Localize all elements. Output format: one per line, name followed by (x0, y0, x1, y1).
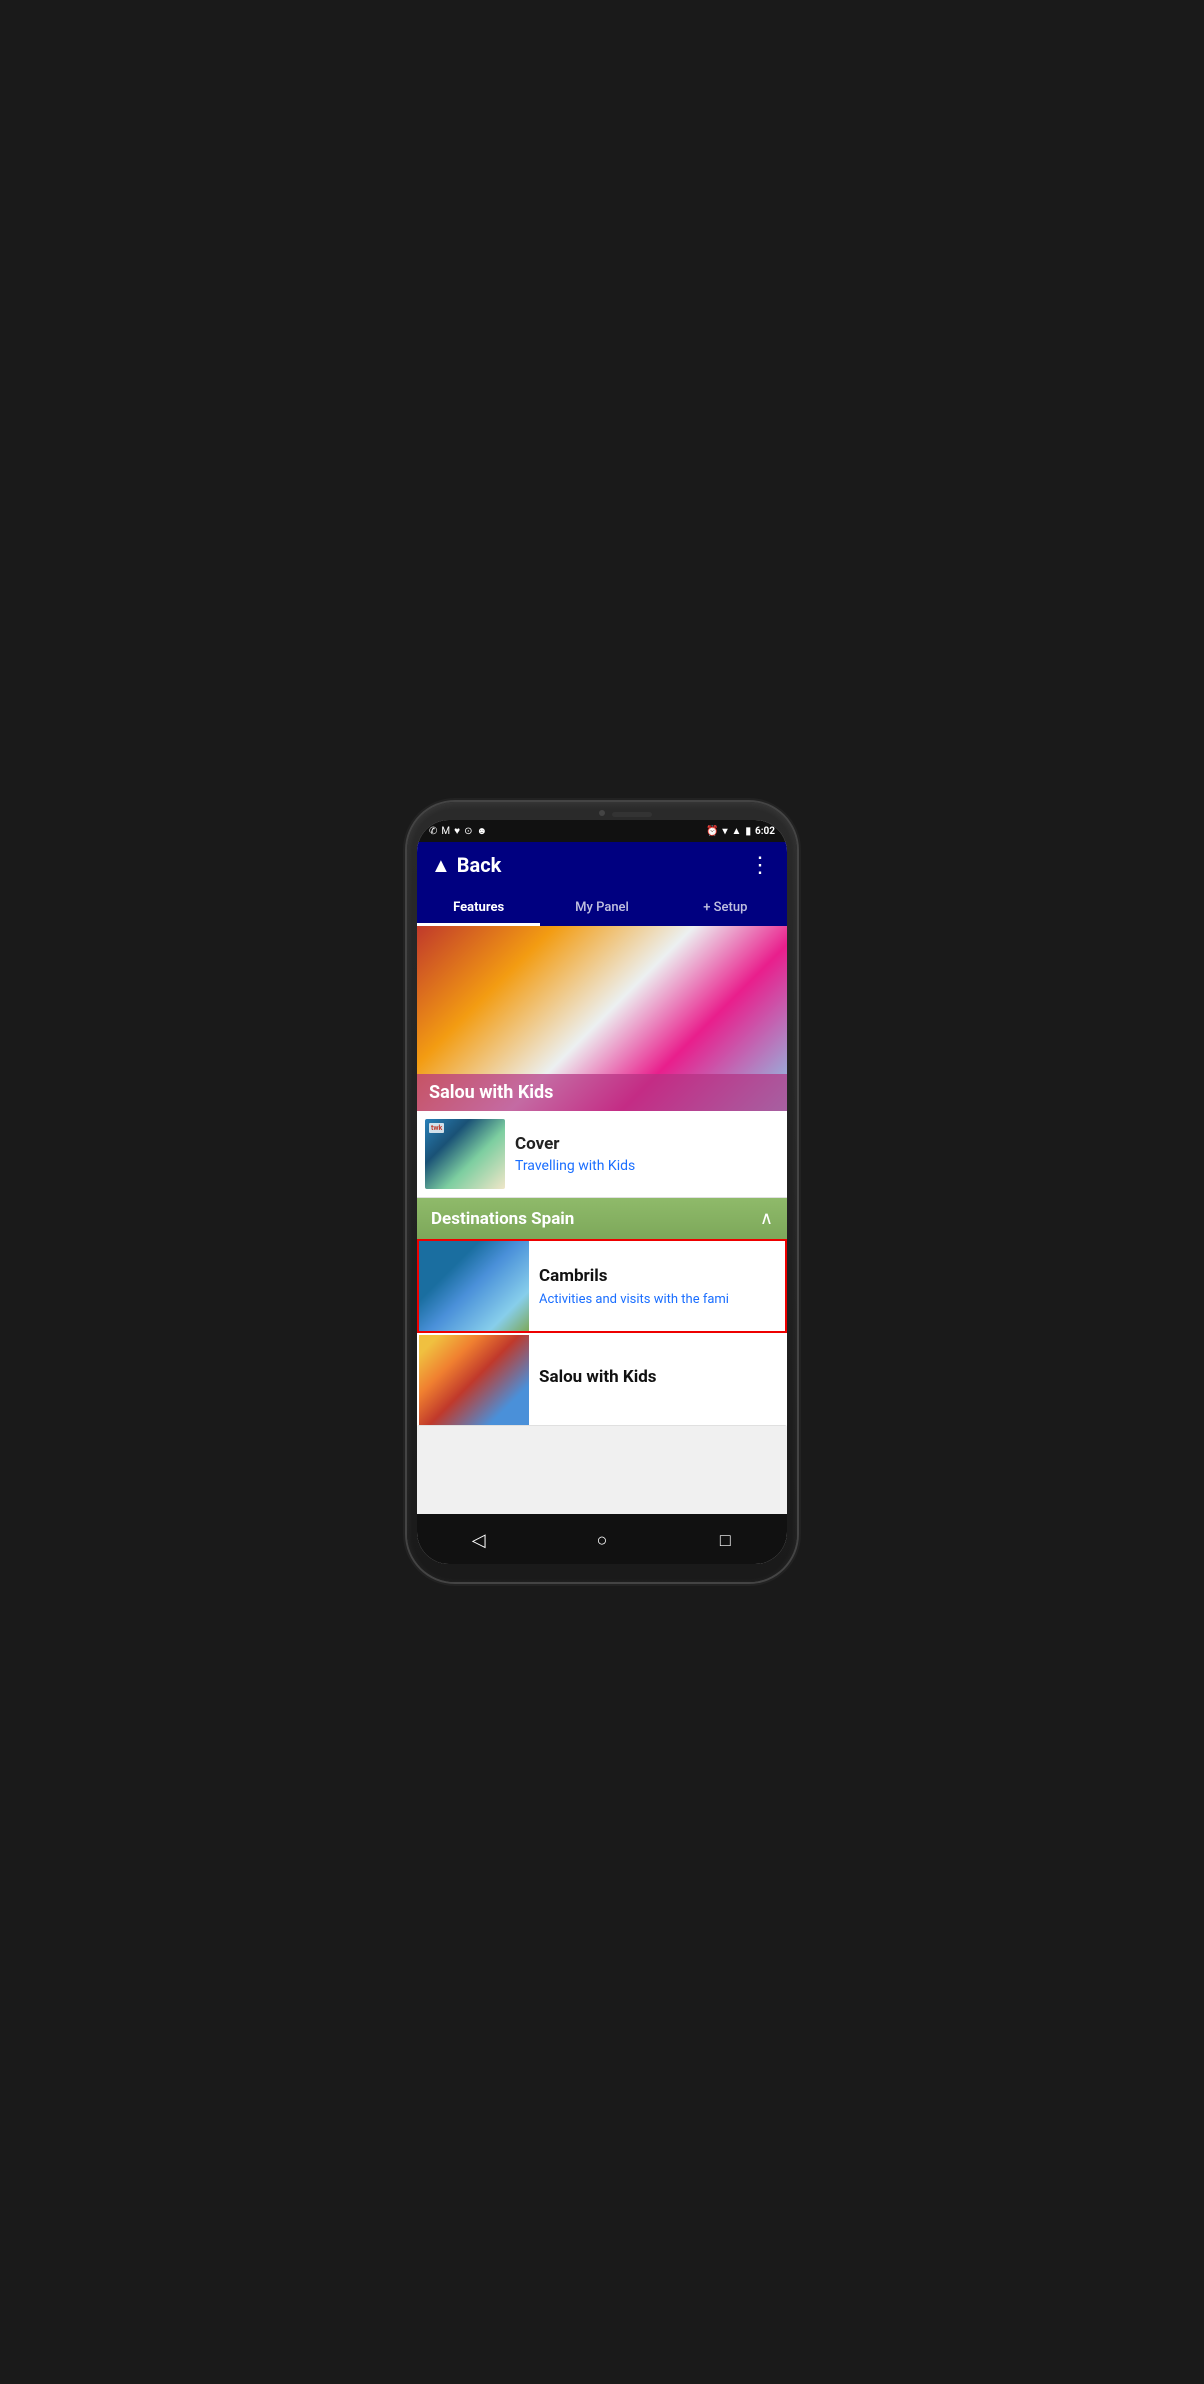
cambrils-subtitle: Activities and visits with the fami (539, 1292, 729, 1307)
cover-thumbnail: twk (425, 1119, 505, 1189)
content-area: Salou with Kids twk Cover Travelling wit… (417, 926, 787, 1514)
section-title: Destinations Spain (431, 1209, 574, 1229)
nav-home-icon: ○ (597, 1530, 608, 1551)
hero-title-bar: Salou with Kids (417, 1074, 787, 1111)
nav-back-button[interactable]: ◁ (461, 1522, 497, 1558)
nav-recent-icon: □ (720, 1530, 731, 1551)
tab-setup[interactable]: + Setup (664, 892, 787, 926)
chevron-up-icon: ∧ (760, 1208, 773, 1229)
status-right: ⏰ ▾ ▲ ▮ 6:02 (706, 826, 775, 837)
nav-back-icon: ◁ (472, 1530, 486, 1551)
status-bar: ✆ M ♥ ⊙ ☻ ⏰ ▾ ▲ ▮ 6:02 (417, 820, 787, 842)
cover-thumb-label: twk (429, 1123, 444, 1133)
bottom-nav: ◁ ○ □ (417, 1514, 787, 1564)
salou-title: Salou with Kids (539, 1367, 657, 1387)
cover-title: Cover (515, 1134, 635, 1154)
battery-icon: ▮ (745, 826, 751, 837)
list-item-cambrils[interactable]: Cambrils Activities and visits with the … (417, 1239, 787, 1333)
speaker (612, 812, 652, 817)
cover-text: Cover Travelling with Kids (515, 1134, 635, 1174)
cambrils-thumbnail (419, 1241, 529, 1331)
hero-banner[interactable]: Salou with Kids (417, 926, 787, 1111)
time-display: 6:02 (755, 826, 775, 837)
list-item-salou[interactable]: Salou with Kids (417, 1333, 787, 1426)
android-icon: ☻ (476, 826, 487, 837)
nav-home-button[interactable]: ○ (584, 1522, 620, 1558)
more-button[interactable]: ⋮ (749, 853, 773, 878)
hero-title: Salou with Kids (429, 1082, 553, 1103)
back-button[interactable]: ▲ Back (431, 853, 501, 878)
destinations-header[interactable]: Destinations Spain ∧ (417, 1198, 787, 1239)
cambrils-title: Cambrils (539, 1266, 729, 1286)
camera (599, 810, 605, 816)
alarm-icon: ⏰ (706, 826, 718, 837)
whatsapp-icon: ✆ (429, 826, 437, 837)
more-icon: ⋮ (749, 853, 773, 878)
back-label: Back (457, 853, 502, 877)
wifi-icon: ▾ (723, 826, 728, 837)
back-arrow-icon: ▲ (431, 853, 451, 878)
heart-icon: ♥ (454, 826, 460, 837)
status-icons: ✆ M ♥ ⊙ ☻ (429, 826, 487, 837)
signal-icon: ▲ (732, 826, 742, 837)
salou-thumbnail (419, 1335, 529, 1425)
phone-screen: ✆ M ♥ ⊙ ☻ ⏰ ▾ ▲ ▮ 6:02 ▲ Back ⋮ (417, 820, 787, 1564)
cover-row[interactable]: twk Cover Travelling with Kids (417, 1111, 787, 1198)
tab-bar: Features My Panel + Setup (417, 888, 787, 926)
tab-features[interactable]: Features (417, 892, 540, 926)
tab-mypanel[interactable]: My Panel (540, 892, 663, 926)
app-bar: ▲ Back ⋮ (417, 842, 787, 888)
cover-subtitle: Travelling with Kids (515, 1158, 635, 1174)
security-icon: ⊙ (464, 826, 472, 837)
nav-recent-button[interactable]: □ (707, 1522, 743, 1558)
salou-text: Salou with Kids (529, 1357, 667, 1403)
cambrils-text: Cambrils Activities and visits with the … (529, 1256, 739, 1317)
phone-frame: ✆ M ♥ ⊙ ☻ ⏰ ▾ ▲ ▮ 6:02 ▲ Back ⋮ (407, 802, 797, 1582)
gmail-icon: M (441, 826, 450, 837)
